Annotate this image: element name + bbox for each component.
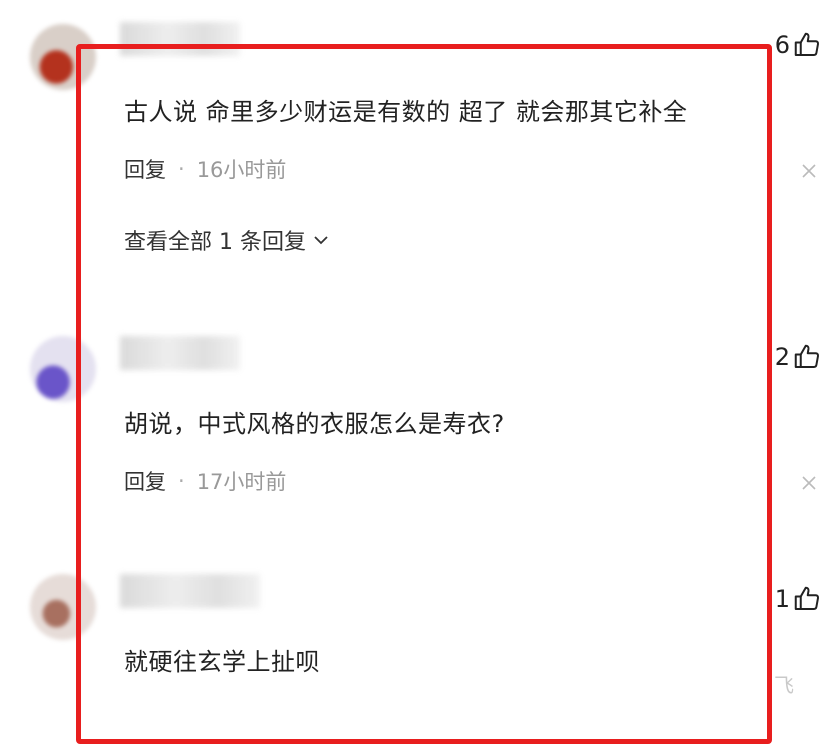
username-blurred[interactable] xyxy=(120,574,260,608)
watermark-text: 飞 xyxy=(774,673,794,697)
avatar[interactable] xyxy=(30,574,96,640)
comment-text: 就硬往玄学上扯呗 xyxy=(124,648,320,676)
comment-item: 1 就硬往玄学上扯呗 xyxy=(0,0,840,702)
thumbs-up-icon[interactable] xyxy=(792,584,822,614)
like-button[interactable]: 1 xyxy=(775,584,822,614)
like-count: 1 xyxy=(774,585,790,613)
